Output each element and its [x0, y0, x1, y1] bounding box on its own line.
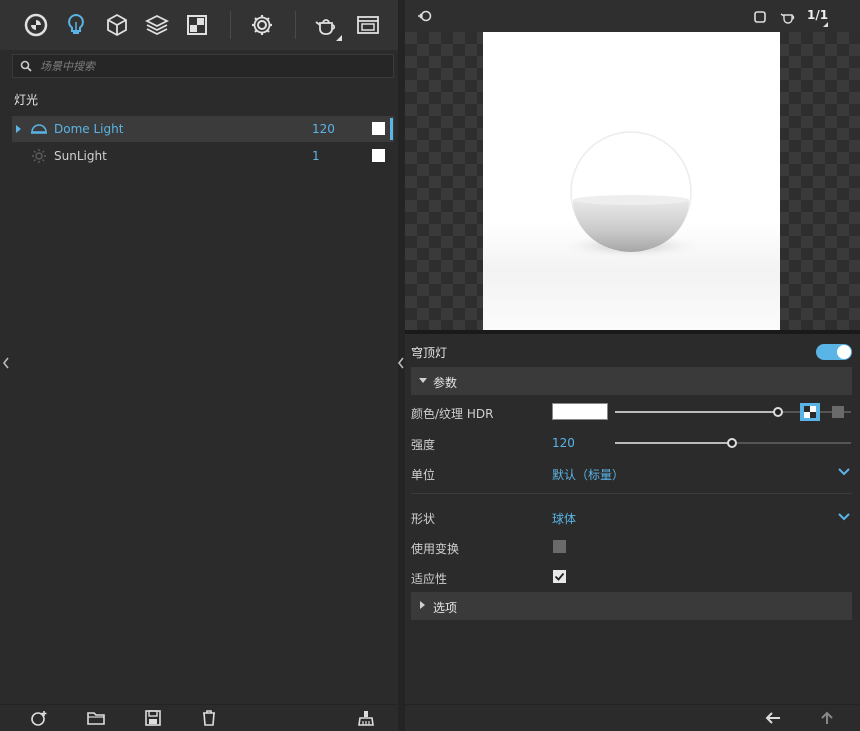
light-properties-title: 穹顶灯 — [411, 346, 448, 360]
section-divider — [411, 493, 852, 494]
intensity-slider[interactable] — [615, 438, 851, 448]
search-icon — [20, 60, 32, 72]
materials-tab-icon[interactable] — [20, 9, 52, 41]
chevron-down-icon[interactable] — [838, 512, 850, 522]
use-transform-label: 使用变换 — [411, 542, 460, 556]
group-label: 参数 — [433, 376, 458, 390]
teapot-render-icon[interactable] — [310, 9, 342, 41]
color-swatch[interactable] — [552, 403, 608, 420]
color-texture-label: 颜色/纹理 HDR — [411, 407, 494, 421]
slider-fill — [615, 442, 732, 444]
light-value[interactable]: 120 — [312, 122, 335, 136]
intensity-value[interactable]: 120 — [552, 436, 575, 450]
dropdown-corner-icon — [823, 22, 828, 27]
light-name: SunLight — [54, 149, 107, 163]
collapse-right-chevron-icon[interactable] — [397, 356, 405, 370]
geometry-tab-icon[interactable] — [101, 9, 133, 41]
scene-search-box[interactable] — [12, 54, 394, 78]
light-row-sun[interactable]: SunLight 1 — [12, 143, 394, 169]
shape-dropdown[interactable]: 球体 — [552, 510, 576, 527]
sample-counter: 1/1 — [807, 8, 829, 22]
adaptive-checkbox[interactable] — [553, 570, 566, 583]
layers-tab-icon[interactable] — [141, 9, 173, 41]
unit-dropdown[interactable]: 默认（标量） — [552, 466, 624, 483]
intensity-label: 强度 — [411, 438, 436, 452]
group-parameters-header[interactable]: 参数 — [411, 367, 852, 395]
shape-label: 形状 — [411, 512, 436, 526]
dropdown-corner-icon — [336, 35, 342, 41]
lights-panel: 灯光 Dome Light 120 SunLight 1 — [0, 0, 398, 731]
arrow-up-icon[interactable] — [821, 711, 833, 725]
light-name: Dome Light — [54, 122, 124, 136]
arrow-left-icon[interactable] — [765, 712, 781, 724]
chevron-down-icon[interactable] — [838, 467, 850, 477]
save-icon[interactable] — [144, 710, 162, 726]
expand-arrow-icon[interactable] — [16, 125, 21, 133]
toolbar-separator — [295, 11, 296, 39]
properties-footer-toolbar — [405, 704, 860, 731]
slider-handle[interactable] — [773, 407, 783, 417]
checker-texture-icon — [804, 406, 816, 418]
collapse-left-chevron-icon[interactable] — [2, 356, 10, 370]
settings-gear-icon[interactable] — [246, 9, 278, 41]
group-label: 选项 — [433, 601, 458, 615]
toggle-knob — [837, 345, 851, 359]
preview-plane-icon[interactable] — [754, 11, 766, 23]
texture-enable-checkbox[interactable] — [832, 406, 844, 418]
textures-tab-icon[interactable] — [181, 9, 213, 41]
light-row-dome[interactable]: Dome Light 120 — [12, 116, 394, 142]
light-color-swatch[interactable] — [372, 122, 385, 135]
search-input[interactable] — [40, 59, 380, 73]
render-image — [483, 32, 780, 330]
expand-right-icon — [420, 601, 425, 609]
preview-teapot-icon[interactable] — [780, 10, 796, 24]
light-enable-toggle[interactable] — [816, 344, 852, 360]
checkmark-icon — [554, 572, 565, 581]
sun-icon — [32, 149, 46, 163]
material-preview-viewport[interactable] — [405, 32, 860, 330]
toolbar — [0, 0, 398, 50]
properties-panel: 1/1 穹顶灯 参数 颜色/纹理 HDR 强度 120 单位 默认（标量） 形状… — [405, 0, 860, 731]
cleanup-brush-icon[interactable] — [357, 710, 375, 726]
expand-down-icon — [419, 378, 427, 383]
use-transform-checkbox[interactable] — [553, 540, 566, 553]
frame-buffer-icon[interactable] — [352, 9, 384, 41]
slider-handle[interactable] — [727, 438, 737, 448]
unit-label: 单位 — [411, 468, 436, 482]
add-light-icon[interactable] — [30, 710, 48, 726]
lights-footer-toolbar — [0, 704, 398, 731]
preview-border — [405, 330, 860, 334]
preview-options-icon[interactable] — [417, 9, 433, 23]
light-color-swatch[interactable] — [372, 149, 385, 162]
lights-tab-icon[interactable] — [60, 9, 92, 41]
delete-trash-icon[interactable] — [200, 710, 218, 726]
light-value[interactable]: 1 — [312, 149, 320, 163]
section-title: 灯光 — [14, 93, 39, 107]
preview-toolbar: 1/1 — [405, 0, 860, 32]
open-folder-icon[interactable] — [87, 710, 105, 726]
dome-light-icon — [31, 124, 47, 134]
adaptive-label: 适应性 — [411, 572, 448, 586]
slider-fill — [615, 411, 778, 413]
group-options-header[interactable]: 选项 — [411, 592, 852, 620]
toolbar-separator — [230, 11, 231, 39]
selection-indicator — [390, 118, 393, 140]
texture-map-button[interactable] — [800, 403, 820, 421]
